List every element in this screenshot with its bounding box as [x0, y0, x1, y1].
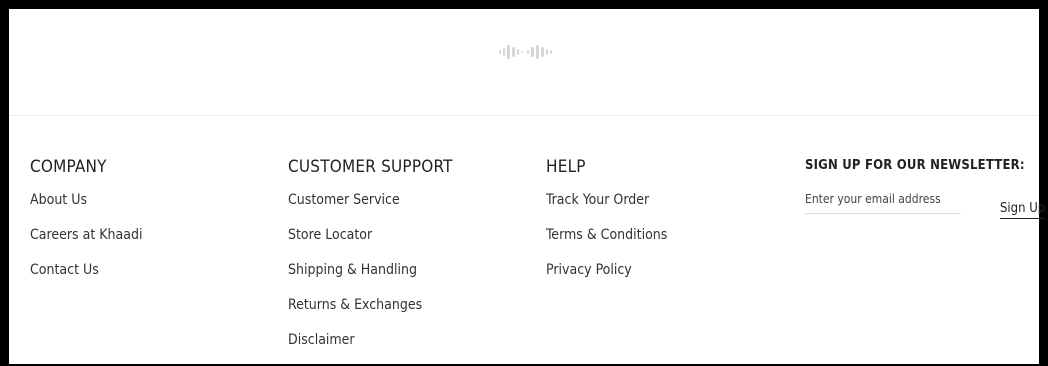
- newsletter-section: SIGN UP FOR OUR NEWSLETTER: Sign Up: [805, 157, 1046, 219]
- logo-bar: [9, 9, 1039, 116]
- track-order-link[interactable]: Track Your Order: [546, 191, 667, 209]
- company-column: COMPANY About Us Careers at Khaadi Conta…: [30, 157, 142, 296]
- customer-support-heading: CUSTOMER SUPPORT: [288, 157, 453, 177]
- store-locator-link[interactable]: Store Locator: [288, 226, 453, 244]
- customer-support-column: CUSTOMER SUPPORT Customer Service Store …: [288, 157, 453, 366]
- terms-conditions-link[interactable]: Terms & Conditions: [546, 226, 667, 244]
- contact-us-link[interactable]: Contact Us: [30, 261, 142, 279]
- shipping-handling-link[interactable]: Shipping & Handling: [288, 261, 453, 279]
- disclaimer-link[interactable]: Disclaimer: [288, 331, 453, 349]
- careers-link[interactable]: Careers at Khaadi: [30, 226, 142, 244]
- newsletter-signup-button[interactable]: Sign Up: [1000, 201, 1046, 219]
- help-column: HELP Track Your Order Terms & Conditions…: [546, 157, 667, 296]
- privacy-policy-link[interactable]: Privacy Policy: [546, 261, 667, 279]
- customer-service-link[interactable]: Customer Service: [288, 191, 453, 209]
- returns-exchanges-link[interactable]: Returns & Exchanges: [288, 296, 453, 314]
- about-us-link[interactable]: About Us: [30, 191, 142, 209]
- help-heading: HELP: [546, 157, 586, 177]
- company-heading: COMPANY: [30, 157, 107, 177]
- newsletter-heading: SIGN UP FOR OUR NEWSLETTER:: [805, 158, 1025, 173]
- newsletter-email-input[interactable]: [805, 185, 961, 214]
- khaadi-logo-icon[interactable]: [499, 44, 555, 60]
- footer: COMPANY About Us Careers at Khaadi Conta…: [9, 9, 1046, 366]
